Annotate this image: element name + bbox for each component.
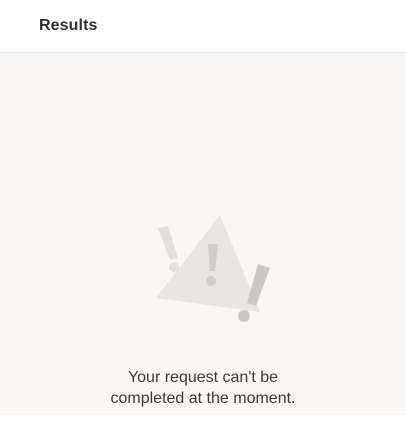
left-exclamation-bar bbox=[158, 226, 178, 260]
empty-state-message: Your request can't be completed at the m… bbox=[0, 367, 406, 409]
right-exclamation-bar bbox=[247, 264, 270, 306]
right-exclamation-dot bbox=[238, 310, 250, 322]
results-panel: Results Your request can't be completed … bbox=[0, 0, 406, 422]
panel-header: Results bbox=[0, 0, 406, 53]
footer-strip bbox=[0, 415, 406, 422]
left-exclamation-dot bbox=[169, 262, 179, 272]
center-exclamation-dot bbox=[206, 276, 216, 286]
panel-title: Results bbox=[39, 17, 98, 34]
warning-triangle-icon bbox=[156, 215, 270, 322]
message-line-1: Your request can't be bbox=[127, 369, 279, 386]
message-line-2: completed at the moment. bbox=[110, 390, 296, 407]
